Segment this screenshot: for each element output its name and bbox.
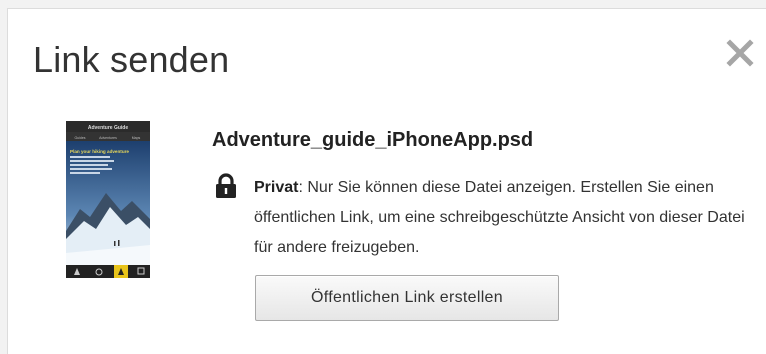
thumb-tab-1: Guides xyxy=(74,136,85,140)
thumb-headline: Plan your hiking adventure xyxy=(70,149,129,154)
thumb-app-title: Adventure Guide xyxy=(88,125,129,131)
lock-icon xyxy=(216,173,236,198)
dialog-title: Link senden xyxy=(33,39,230,80)
create-public-link-button[interactable]: Öffentlichen Link erstellen xyxy=(255,275,559,321)
privacy-description: Privat: Nur Sie können diese Datei anzei… xyxy=(254,173,754,263)
file-thumbnail: Adventure Guide Guides Adventures Maps P… xyxy=(66,121,150,278)
close-icon[interactable] xyxy=(725,38,755,68)
file-name: Adventure_guide_iPhoneApp.psd xyxy=(212,129,534,151)
privacy-text: : Nur Sie können diese Datei anzeigen. E… xyxy=(254,179,745,256)
send-link-dialog: Link senden Adventure Guide Guides Adven… xyxy=(7,8,766,354)
thumb-tab-3: Maps xyxy=(132,136,141,140)
thumb-tab-2: Adventures xyxy=(99,136,117,140)
privacy-label: Privat xyxy=(254,179,299,196)
